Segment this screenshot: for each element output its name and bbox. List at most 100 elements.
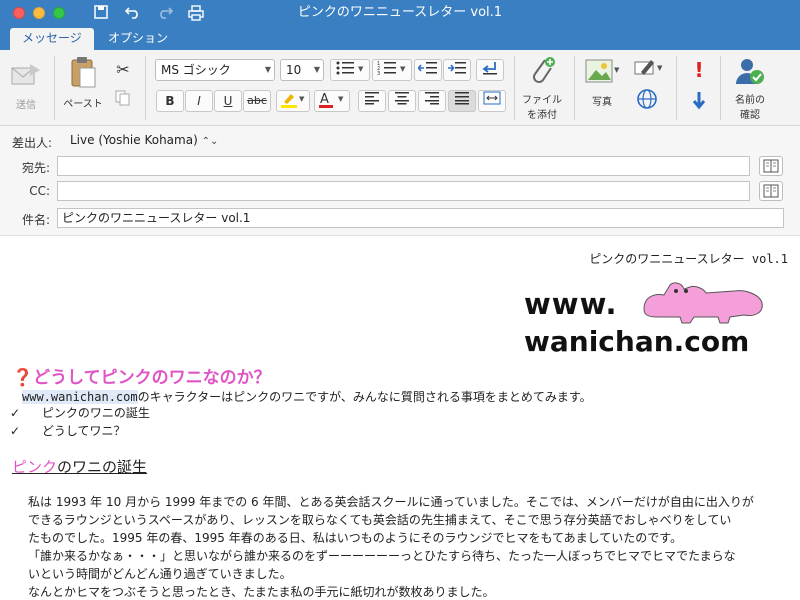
from-value: Live (Yoshie Kohama) xyxy=(70,133,198,147)
cc-address-book-button[interactable] xyxy=(759,181,783,201)
cc-field[interactable] xyxy=(57,181,750,201)
section-heading-text: のワニの誕生 xyxy=(57,458,148,476)
align-center-icon xyxy=(395,92,409,105)
svg-text:▼: ▼ xyxy=(299,95,305,103)
align-right-button[interactable] xyxy=(418,90,446,112)
site-link[interactable]: www.wanichan.com xyxy=(22,390,138,404)
paragraph-line: たものでした。1995 年の春、1995 年春のある日、私はいつものようにそのラ… xyxy=(28,531,683,545)
svg-text:▼: ▼ xyxy=(338,95,344,103)
font-size-select[interactable]: 10 ▼ xyxy=(280,59,324,81)
message-body[interactable]: ピンクのワニニュースレター vol.1 www. wanichan.com ❓ど… xyxy=(0,237,800,600)
redo-icon[interactable] xyxy=(156,5,174,23)
align-center-button[interactable] xyxy=(388,90,416,112)
send-label: 送信 xyxy=(16,100,36,111)
justify-icon xyxy=(455,92,469,105)
distribute-icon xyxy=(483,91,501,105)
from-label: 差出人: xyxy=(11,136,52,150)
align-left-icon xyxy=(365,92,379,105)
send-button[interactable]: 送信 xyxy=(8,60,44,111)
question-mark-icon: ❓ xyxy=(12,368,34,388)
numbered-list-icon: 123▼ xyxy=(377,61,406,77)
svg-text:▼: ▼ xyxy=(657,64,663,72)
subject-field[interactable]: ピンクのワニニュースレター vol.1 xyxy=(57,208,784,228)
outdent-icon xyxy=(417,62,437,74)
increase-indent-button[interactable] xyxy=(443,59,471,81)
strikethrough-button[interactable]: abc xyxy=(243,90,271,112)
from-select[interactable]: Live (Yoshie Kohama) ⌃⌄ xyxy=(70,133,218,147)
svg-text:▼: ▼ xyxy=(400,65,406,73)
link-button[interactable] xyxy=(634,88,660,113)
numbered-list-button[interactable]: 1 2 3 ▼ xyxy=(372,59,412,81)
paragraph-line: なんとかヒマをつぶそうと思ったとき、たまたま私の手元に紙切れが数枚ありました。 xyxy=(28,585,495,599)
site-logo: www. wanichan.com xyxy=(524,282,786,361)
align-left-button[interactable] xyxy=(358,90,386,112)
section-heading-link[interactable]: ピンク xyxy=(12,458,57,476)
check-names-button[interactable]: 名前の 確認 xyxy=(728,56,772,121)
italic-button[interactable]: I xyxy=(185,90,213,112)
bullet-list-button[interactable]: ▼ xyxy=(330,59,370,81)
subject-label: 件名: xyxy=(21,213,50,227)
svg-text:3: 3 xyxy=(377,71,380,76)
print-icon[interactable] xyxy=(187,5,205,23)
picture-icon: ▼ xyxy=(585,59,620,83)
checkmark-icon: ✓ xyxy=(10,424,21,438)
checklist-item: ✓ どうしてワニ？ xyxy=(10,422,126,439)
low-importance-icon[interactable] xyxy=(688,90,710,113)
attach-file-button[interactable]: ファイル を添付 xyxy=(518,56,566,121)
paste-label: ペースト xyxy=(63,99,103,110)
high-importance-icon[interactable]: ! xyxy=(688,58,710,82)
intro-line: www.wanichan.comのキャラクターはピンクのワニですが、みんなに質問… xyxy=(22,388,592,405)
highlight-button[interactable]: ▼ xyxy=(276,90,310,112)
font-color-button[interactable]: A ▼ xyxy=(314,90,350,112)
cut-icon[interactable]: ✂ xyxy=(112,60,134,79)
align-right-icon xyxy=(425,92,439,105)
question-heading-text: どうしてピンクのワニなのか？ xyxy=(33,368,271,388)
copy-icon[interactable] xyxy=(112,90,134,109)
paste-button[interactable]: ペースト xyxy=(60,56,106,110)
attach-label-1: ファイル xyxy=(522,95,562,106)
indent-icon xyxy=(448,62,466,74)
signature-icon: ▼ xyxy=(634,60,663,75)
distribute-button[interactable] xyxy=(478,90,506,112)
signature-button[interactable]: ▼ xyxy=(632,58,666,81)
ribbon-tab-bar: メッセージ オプション xyxy=(0,28,800,50)
logo-line-2: wanichan.com xyxy=(524,325,750,358)
chevron-down-icon: ▼ xyxy=(264,65,271,74)
address-book-icon xyxy=(763,184,779,198)
picture-button[interactable]: ▼ 写真 xyxy=(580,58,624,108)
send-icon xyxy=(11,64,40,85)
cc-label: CC: xyxy=(29,184,50,198)
font-size-value: 10 xyxy=(286,63,302,77)
tab-options[interactable]: オプション xyxy=(96,28,180,50)
check-names-label-1: 名前の xyxy=(735,95,765,106)
font-name-select[interactable]: MS ゴシック ▼ xyxy=(155,59,275,81)
paperclip-icon xyxy=(533,57,555,83)
underline-button[interactable]: U xyxy=(214,90,242,112)
globe-link-icon xyxy=(637,89,657,109)
article-paragraph: 私は 1993 年 10 月から 1999 年までの 6 年間、とある英会話スク… xyxy=(28,493,796,600)
check-names-label-2: 確認 xyxy=(740,110,760,121)
decrease-indent-button[interactable] xyxy=(414,59,442,81)
picture-label: 写真 xyxy=(592,97,612,108)
paragraph-line: できるラウンジというスペースがあり、レッスンを取らなくても英会話の先生捕まえて、… xyxy=(28,513,732,527)
font-color-icon: A ▼ xyxy=(319,92,344,108)
address-book-button[interactable] xyxy=(759,156,783,176)
check-names-icon xyxy=(736,59,764,84)
text-direction-button[interactable] xyxy=(476,59,504,81)
checklist-item-label: ピンクのワニの誕生 xyxy=(41,406,150,420)
intro-text: のキャラクターはピンクのワニですが、みんなに質問される事項をまとめてみます。 xyxy=(137,390,592,404)
logo-line-1: www. xyxy=(524,287,618,321)
justify-button[interactable] xyxy=(448,90,476,112)
bullet-list-icon: ▼ xyxy=(336,61,364,75)
font-name-value: MS ゴシック xyxy=(161,63,231,77)
highlighter-icon: ▼ xyxy=(281,94,305,108)
save-icon[interactable] xyxy=(92,5,110,23)
tab-message[interactable]: メッセージ xyxy=(10,28,94,50)
undo-icon[interactable] xyxy=(124,5,142,23)
paragraph-line: 私は 1993 年 10 月から 1999 年までの 6 年間、とある英会話スク… xyxy=(28,495,754,509)
svg-text:A: A xyxy=(320,92,329,107)
to-field[interactable] xyxy=(57,156,750,176)
bold-button[interactable]: B xyxy=(156,90,184,112)
paragraph-line: 「誰か来るかなぁ・・・」と思いながら誰か来るのをずーーーーーーっとひたすら待ち、… xyxy=(28,549,736,563)
address-book-icon xyxy=(763,159,779,173)
